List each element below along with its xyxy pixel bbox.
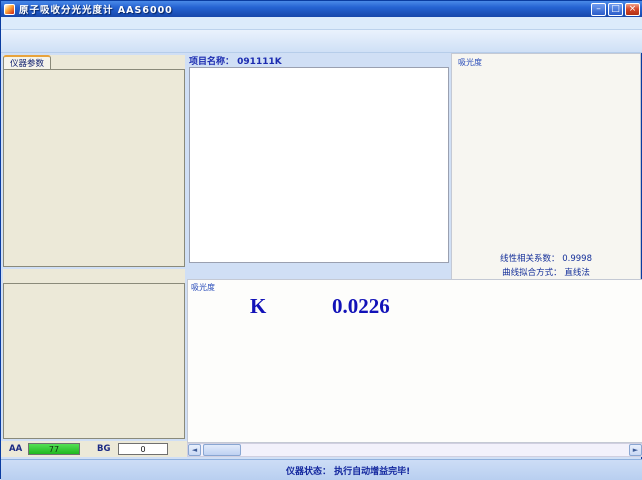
aa-level-value: 77 <box>29 444 79 455</box>
minimize-button[interactable]: – <box>591 3 606 16</box>
aa-level-bar: 77 <box>28 443 80 455</box>
title-bar[interactable]: 原子吸收分光光度计 AAS6000 – □ × <box>1 1 642 17</box>
hscroll-thumb[interactable] <box>203 444 241 456</box>
signal-level-row: AA 77 BG 0 <box>1 441 187 457</box>
toolbar <box>1 30 642 53</box>
dynamics-tabstrip <box>189 263 449 279</box>
calibration-panel: 吸光度 线性相关系数： 0.9998 曲线拟合方式： 直线法 <box>451 53 641 281</box>
instrument-params-panel: 仪器参数 <box>3 55 185 267</box>
scroll-right-icon[interactable]: ► <box>629 444 642 456</box>
aa-label: AA <box>9 444 22 454</box>
project-name-label: 项目名称： <box>189 57 234 67</box>
element-symbol: K <box>250 294 266 319</box>
calibration-chart <box>452 56 640 254</box>
app-icon <box>4 4 15 15</box>
status-bar: 仪器状态： 执行自动增益完毕! <box>1 459 642 480</box>
correlation-label: 线性相关系数： <box>500 254 560 264</box>
close-button[interactable]: × <box>625 3 640 16</box>
flame-params-body <box>3 283 185 439</box>
tab-instrument-params[interactable]: 仪器参数 <box>3 55 51 69</box>
fit-method-value: 直线法 <box>564 268 590 278</box>
instrument-status-value: 执行自动增益完毕! <box>334 467 410 477</box>
maximize-button[interactable]: □ <box>608 3 623 16</box>
fit-method-label: 曲线拟合方式： <box>502 268 562 278</box>
project-name-value: 091111K <box>237 57 282 67</box>
dynamics-hscrollbar[interactable]: ◄ ► <box>187 443 642 457</box>
scroll-left-icon[interactable]: ◄ <box>188 444 201 456</box>
results-table[interactable] <box>189 67 449 263</box>
instrument-status-label: 仪器状态： <box>286 467 331 477</box>
correlation-value: 0.9998 <box>562 254 592 264</box>
bg-level-value: 0 <box>118 443 168 455</box>
bg-label: BG <box>97 444 110 454</box>
dynamics-panel: 吸光度 K 0.0226 <box>187 279 642 443</box>
instrument-params-body <box>3 69 185 267</box>
flame-params-panel <box>3 269 185 439</box>
app-window: 原子吸收分光光度计 AAS6000 – □ × 仪器参数 AA 77 BG 0 … <box>0 0 642 479</box>
current-absorbance-reading: 0.0226 <box>332 294 390 319</box>
menu-bar <box>1 17 642 30</box>
project-name-line: 项目名称： 091111K <box>189 54 449 66</box>
window-title: 原子吸收分光光度计 AAS6000 <box>19 2 591 16</box>
